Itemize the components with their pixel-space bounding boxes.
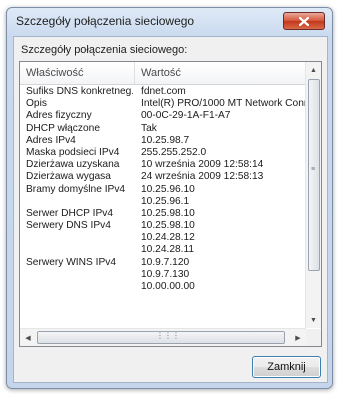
- dialog-window: Szczegóły połączenia sieciowego Szczegół…: [6, 7, 333, 389]
- vertical-scrollbar[interactable]: ▲ ≡ ▼: [305, 62, 321, 328]
- property-cell: Sufiks DNS konkretneg...: [26, 86, 133, 97]
- scroll-down-button[interactable]: ▼: [306, 312, 321, 328]
- list-rows: Sufiks DNS konkretneg... fdnet.com Opis Int…: [20, 86, 306, 328]
- value-cell: fdnet.com: [141, 86, 186, 97]
- property-cell: Serwer DHCP IPv4: [26, 207, 113, 219]
- table-row[interactable]: Bramy domyślne IPv4 10.25.96.10: [20, 184, 306, 196]
- arrow-up-icon: ▲: [310, 66, 317, 74]
- table-row[interactable]: 10.00.00.00: [20, 281, 306, 293]
- table-row[interactable]: 10.24.28.11: [20, 244, 306, 256]
- arrow-down-icon: ▼: [310, 316, 317, 324]
- value-cell: 10.9.7.120: [141, 256, 190, 268]
- table-row[interactable]: DHCP włączone Tak: [20, 123, 306, 135]
- table-row[interactable]: Serwery DNS IPv4 10.25.98.10: [20, 220, 306, 232]
- property-cell: Serwery WINS IPv4: [26, 256, 117, 268]
- property-cell: Serwery DNS IPv4: [26, 220, 111, 232]
- column-header-value[interactable]: Wartość: [135, 62, 306, 84]
- table-row[interactable]: Adres IPv4 10.25.98.7: [20, 135, 306, 147]
- property-cell: DHCP włączone: [26, 122, 100, 134]
- dialog-caption: Szczegóły połączenia sieciowego:: [21, 44, 188, 56]
- property-cell: Maska podsieci IPv4: [26, 146, 120, 158]
- window-title: Szczegóły połączenia sieciowego: [16, 14, 195, 28]
- value-cell: 10.24.28.11: [141, 244, 195, 256]
- scroll-up-button[interactable]: ▲: [306, 62, 321, 78]
- scrollbar-corner: [306, 329, 321, 346]
- value-cell: Tak: [141, 122, 157, 134]
- value-cell: 10 września 2009 12:58:14: [141, 159, 264, 171]
- table-row[interactable]: Sufiks DNS konkretneg... fdnet.com: [20, 86, 306, 98]
- table-row[interactable]: Dzierżawa uzyskana 10 września 2009 12:58…: [20, 159, 306, 171]
- horizontal-scroll-thumb[interactable]: ⋮⋮⋮: [37, 331, 285, 344]
- horizontal-scrollbar[interactable]: ◀ ⋮⋮⋮ ▶: [20, 328, 306, 346]
- value-cell: 10.25.98.10: [141, 220, 195, 232]
- column-header-property[interactable]: Właściwość: [20, 62, 135, 84]
- value-cell: 10.25.96.10: [141, 183, 195, 195]
- grip-icon: ≡: [311, 166, 316, 173]
- vertical-scroll-thumb[interactable]: ≡: [308, 79, 320, 271]
- list-header: Właściwość Wartość: [20, 62, 306, 85]
- value-cell: 10.25.98.10: [141, 207, 195, 219]
- value-cell: 10.00.00.00: [141, 281, 195, 292]
- value-cell: 10.24.28.12: [141, 232, 195, 244]
- table-row[interactable]: Serwer DHCP IPv4 10.25.98.10: [20, 208, 306, 220]
- scroll-left-button[interactable]: ◀: [20, 329, 36, 346]
- value-cell: 255.255.252.0: [141, 146, 207, 158]
- close-icon: [299, 16, 309, 26]
- table-row[interactable]: Serwery WINS IPv4 10.9.7.120: [20, 257, 306, 269]
- value-cell: 10.9.7.130: [141, 268, 190, 280]
- close-dialog-button[interactable]: Zamknij: [252, 356, 321, 378]
- value-cell: 24 września 2009 12:58:13: [141, 171, 264, 183]
- value-cell: 10.25.98.7: [141, 134, 190, 146]
- value-cell: Intel(R) PRO/1000 MT Network Conn: [141, 98, 306, 110]
- dialog-body: Szczegóły połączenia sieciowego: Właściw…: [13, 36, 328, 383]
- table-row[interactable]: Opis Intel(R) PRO/1000 MT Network Conn: [20, 98, 306, 110]
- window-close-button[interactable]: [283, 12, 325, 30]
- property-cell: Adres fizyczny: [26, 110, 92, 122]
- table-row[interactable]: Maska podsieci IPv4 255.255.252.0: [20, 147, 306, 159]
- property-cell: Bramy domyślne IPv4: [26, 183, 126, 195]
- table-row[interactable]: 10.24.28.12: [20, 232, 306, 244]
- arrow-right-icon: ▶: [295, 334, 301, 342]
- arrow-left-icon: ◀: [25, 334, 31, 342]
- table-row[interactable]: Adres fizyczny 00-0C-29-1A-F1-A7: [20, 110, 306, 122]
- table-row[interactable]: 10.9.7.130: [20, 269, 306, 281]
- table-row[interactable]: 10.25.96.1: [20, 196, 306, 208]
- property-cell: Opis: [26, 98, 47, 110]
- value-cell: 10.25.96.1: [141, 195, 190, 207]
- grip-icon: ⋮⋮⋮: [156, 331, 180, 340]
- property-cell: Dzierżawa wygasa: [26, 171, 111, 183]
- property-cell: Dzierżawa uzyskana: [26, 159, 120, 171]
- property-cell: Adres IPv4: [26, 134, 76, 146]
- table-row[interactable]: Dzierżawa wygasa 24 września 2009 12:58:1…: [20, 171, 306, 183]
- details-list[interactable]: Właściwość Wartość Sufiks DNS konkretneg…: [19, 61, 322, 347]
- title-bar[interactable]: Szczegóły połączenia sieciowego: [7, 8, 332, 34]
- scroll-right-button[interactable]: ▶: [290, 329, 306, 346]
- value-cell: 00-0C-29-1A-F1-A7: [141, 110, 231, 122]
